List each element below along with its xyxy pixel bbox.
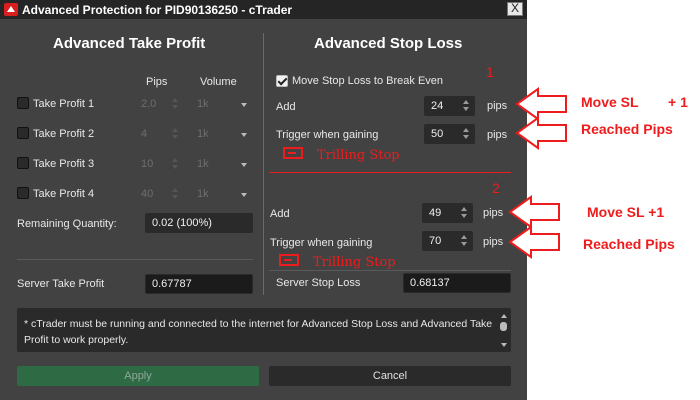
annotation-arrows (508, 87, 567, 259)
arrow-left-icon (515, 116, 567, 150)
arrow-left-icon (515, 87, 567, 121)
reached-pips-2-annotation: Reached Pips (583, 236, 675, 252)
plus-one-annotation: + 1 (668, 94, 688, 110)
arrow-left-icon (508, 195, 560, 229)
arrow-left-icon (508, 225, 560, 259)
move-sl-2-annotation: Move SL +1 (587, 204, 665, 220)
reached-pips-annotation: Reached Pips (581, 121, 673, 137)
move-sl-annotation: Move SL (581, 94, 639, 110)
